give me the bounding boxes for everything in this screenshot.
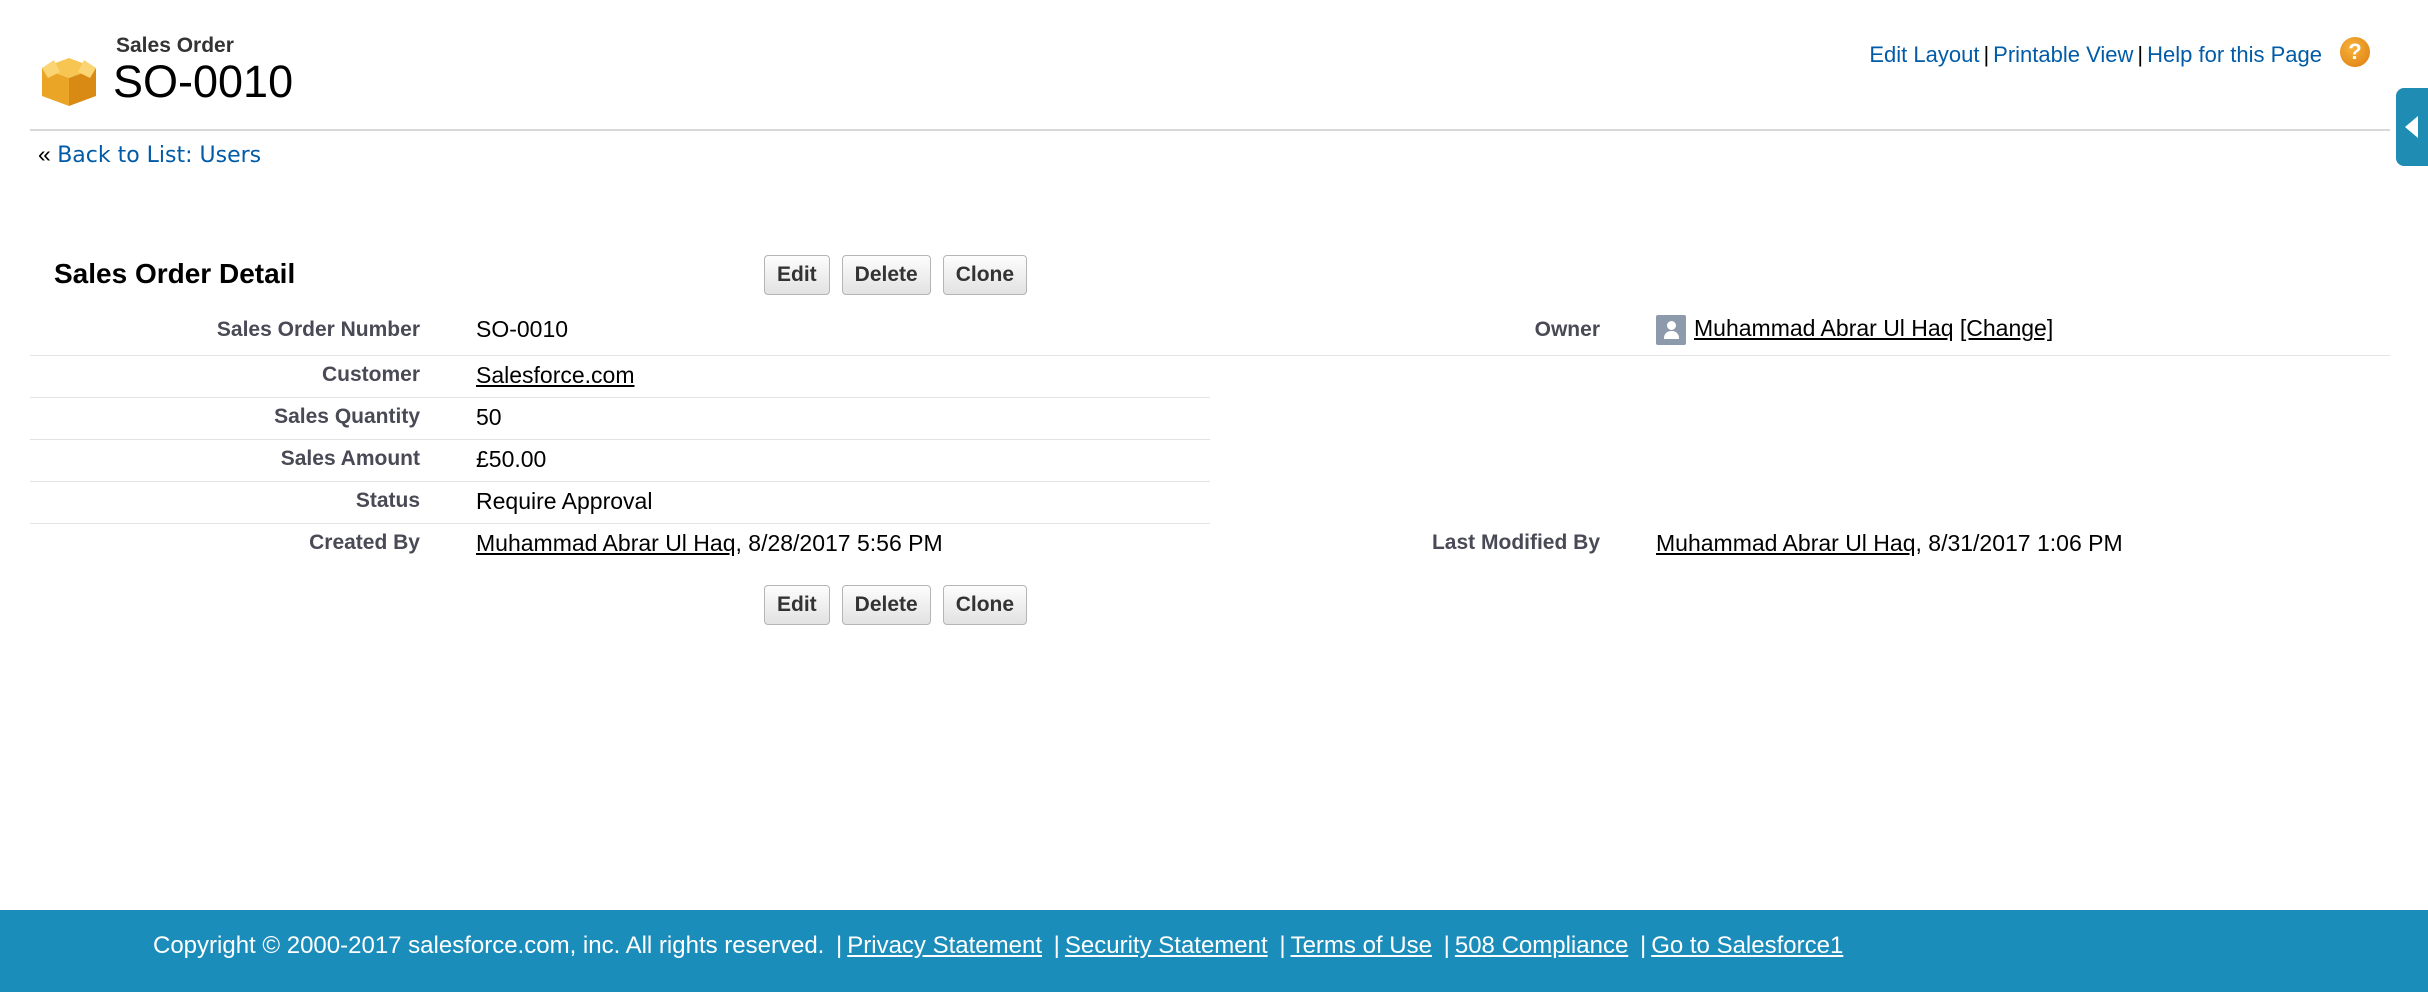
row-divider (30, 439, 1210, 440)
privacy-statement-link[interactable]: Privacy Statement (847, 932, 1042, 959)
owner-value: Muhammad Abrar Ul Haq [Change] (1656, 315, 2053, 345)
separator: | (1443, 932, 1450, 959)
customer-value: Salesforce.com (476, 362, 635, 389)
page: Sales Order SO-0010 Edit Layout | Printabl… (0, 0, 2412, 910)
back-to-list-link[interactable]: Back to List: Users (57, 143, 261, 168)
box-icon (42, 58, 96, 106)
header-divider (30, 129, 2390, 131)
back-arrow: « (38, 141, 51, 167)
help-icon[interactable]: ? (2340, 37, 2370, 67)
last-modified-by-label: Last Modified By (1431, 531, 1600, 554)
owner-user-link[interactable]: Muhammad Abrar Ul Haq (1694, 315, 1954, 341)
section-title: Sales Order Detail (54, 258, 296, 289)
customer-label: Customer (321, 363, 420, 386)
breadcrumb: « Back to List: Users (38, 141, 261, 168)
separator: | (1053, 932, 1060, 959)
sales-order-number-value: SO-0010 (476, 316, 569, 342)
separator: | (1983, 42, 1990, 67)
last-modified-by-value: Muhammad Abrar Ul Haq, 8/31/2017 1:06 PM (1656, 530, 2123, 557)
object-type-label: Sales Order (116, 34, 234, 57)
help-link[interactable]: Help for this Page (2147, 42, 2322, 67)
status-value: Require Approval (476, 488, 653, 514)
user-icon (1656, 315, 1686, 345)
page-title: SO-0010 (113, 56, 294, 107)
delete-button[interactable]: Delete (841, 585, 931, 625)
bottom-button-bar: Edit Delete Clone (764, 585, 1028, 625)
delete-button[interactable]: Delete (841, 255, 931, 295)
status-label: Status (355, 489, 420, 512)
footer-text: Copyright © 2000-2017 salesforce.com, in… (153, 932, 1843, 960)
edit-button[interactable]: Edit (764, 585, 830, 625)
customer-link[interactable]: Salesforce.com (476, 362, 635, 388)
clone-button[interactable]: Clone (942, 255, 1028, 295)
clone-button[interactable]: Clone (942, 585, 1028, 625)
row-divider (30, 481, 1210, 482)
sales-amount-label: Sales Amount (280, 447, 420, 470)
row-divider (30, 397, 1210, 398)
footer: Copyright © 2000-2017 salesforce.com, in… (0, 910, 2428, 992)
sales-amount-value: £50.00 (476, 446, 547, 472)
edit-layout-link[interactable]: Edit Layout (1869, 42, 1979, 67)
owner-label: Owner (1534, 318, 1600, 341)
top-button-bar: Edit Delete Clone (764, 255, 1028, 295)
header-links: Edit Layout | Printable View | Help for this… (1869, 42, 2322, 68)
last-modified-date: , 8/31/2017 1:06 PM (1915, 530, 2123, 556)
change-owner-link[interactable]: [Change] (1960, 315, 2053, 341)
created-by-user-link[interactable]: Muhammad Abrar Ul Haq (476, 530, 736, 556)
row-divider (30, 523, 1210, 524)
sidebar-toggle[interactable] (2396, 88, 2428, 166)
separator: | (836, 932, 843, 959)
sidebar-collapse-icon (2405, 116, 2418, 138)
printable-view-link[interactable]: Printable View (1993, 42, 2133, 67)
sales-quantity-value: 50 (476, 404, 502, 430)
row-divider (30, 355, 2390, 356)
copyright-text: Copyright © 2000-2017 salesforce.com, in… (153, 932, 825, 959)
last-modified-user-link[interactable]: Muhammad Abrar Ul Haq (1656, 530, 1916, 556)
go-to-salesforce1-link[interactable]: Go to Salesforce1 (1651, 932, 1843, 959)
edit-button[interactable]: Edit (764, 255, 830, 295)
terms-of-use-link[interactable]: Terms of Use (1291, 932, 1432, 959)
created-date: , 8/28/2017 5:56 PM (735, 530, 943, 556)
sales-quantity-label: Sales Quantity (274, 405, 420, 428)
separator: | (2137, 42, 2144, 67)
security-statement-link[interactable]: Security Statement (1065, 932, 1268, 959)
created-by-value: Muhammad Abrar Ul Haq, 8/28/2017 5:56 PM (476, 530, 943, 557)
created-by-label: Created By (309, 531, 420, 554)
sales-order-number-label: Sales Order Number (216, 318, 420, 341)
separator: | (1639, 932, 1647, 959)
separator: | (1279, 932, 1286, 959)
compliance-508-link[interactable]: 508 Compliance (1455, 932, 1628, 959)
